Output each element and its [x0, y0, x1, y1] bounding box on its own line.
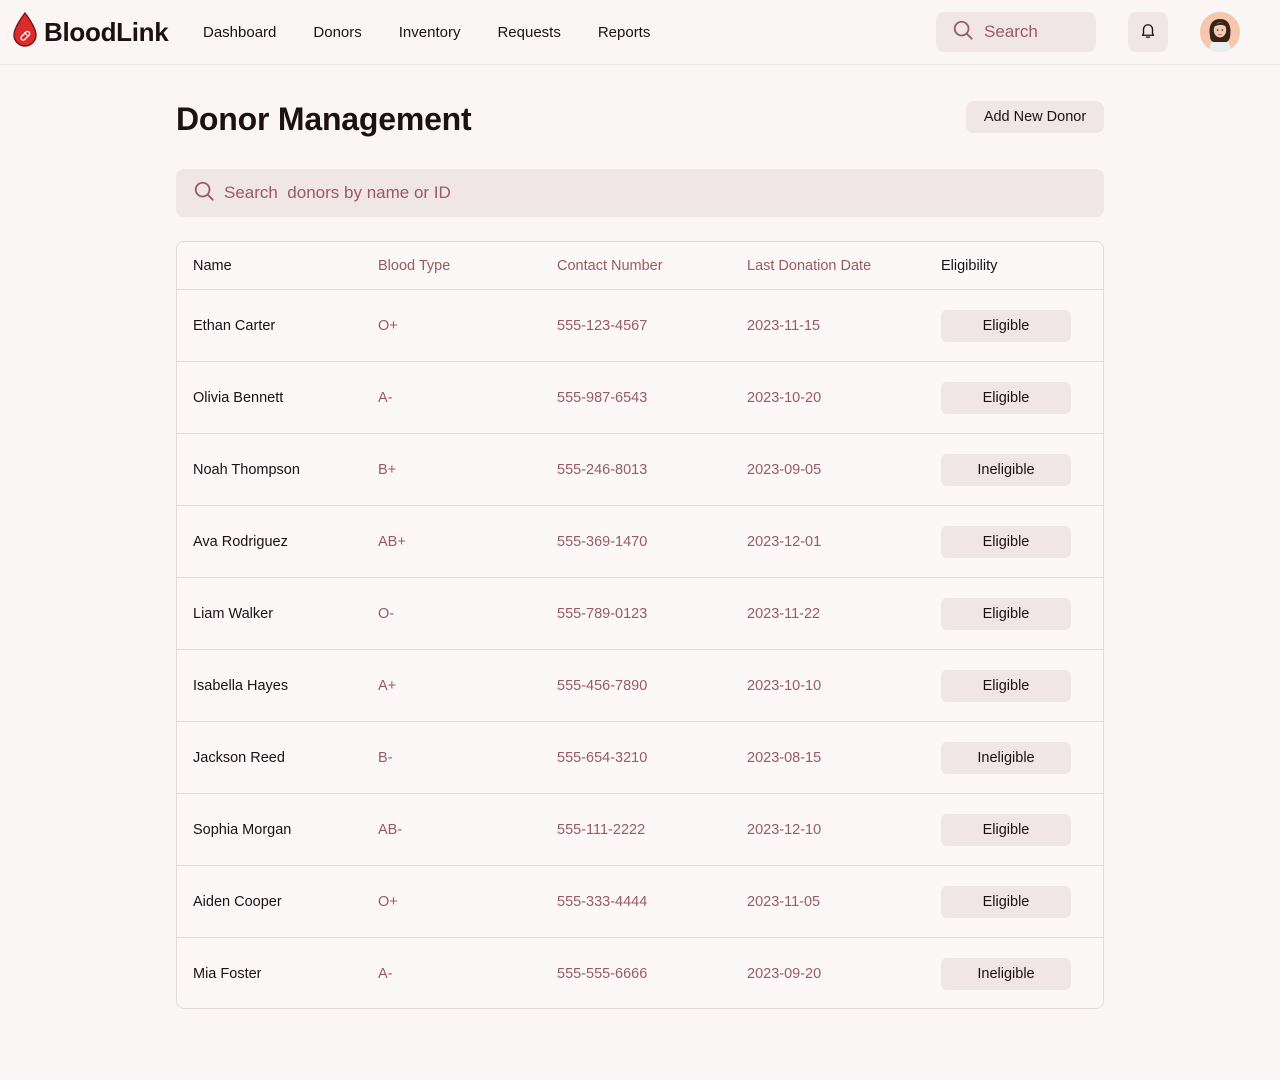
donor-name: Liam Walker	[193, 605, 274, 622]
eligibility-badge[interactable]: Eligible	[941, 309, 1071, 342]
table-header: Name Blood Type Contact Number Last Dona…	[177, 242, 1103, 290]
contact-number: 555-246-8013	[557, 461, 648, 478]
main-nav: Dashboard Donors Inventory Requests Repo…	[203, 0, 687, 65]
last-donation-date: 2023-11-22	[747, 605, 821, 622]
contact-number: 555-789-0123	[557, 605, 648, 622]
last-donation-date: 2023-11-05	[747, 893, 821, 910]
column-header-blood-type[interactable]: Blood Type	[378, 258, 557, 274]
eligibility-badge[interactable]: Eligible	[941, 525, 1071, 558]
donor-name: Aiden Cooper	[193, 893, 282, 910]
last-donation-date: 2023-12-10	[747, 821, 822, 838]
table-row[interactable]: Ava Rodriguez AB+ 555-369-1470 2023-12-0…	[177, 506, 1103, 578]
nav-item-reports[interactable]: Reports	[598, 24, 651, 41]
nav-item-requests[interactable]: Requests	[497, 24, 560, 41]
donor-name: Noah Thompson	[193, 461, 300, 478]
blood-type: A+	[378, 677, 397, 694]
donor-name: Mia Foster	[193, 966, 262, 982]
donor-table: Name Blood Type Contact Number Last Dona…	[176, 241, 1104, 1009]
last-donation-date: 2023-11-15	[747, 317, 821, 334]
table-row[interactable]: Isabella Hayes A+ 555-456-7890 2023-10-1…	[177, 650, 1103, 722]
last-donation-date: 2023-10-20	[747, 389, 822, 406]
donor-search-placeholder: Search donors by name or ID	[224, 183, 451, 202]
header-search-input[interactable]: Search	[936, 12, 1096, 52]
blood-type: B-	[378, 749, 393, 766]
blood-drop-logo-icon	[12, 11, 38, 53]
last-donation-date: 2023-08-15	[747, 749, 822, 766]
donor-name: Ethan Carter	[193, 317, 276, 334]
blood-type: O+	[378, 893, 398, 910]
blood-type: O-	[378, 605, 395, 622]
eligibility-badge[interactable]: Eligible	[941, 669, 1071, 702]
donor-name: Jackson Reed	[193, 749, 285, 766]
table-row[interactable]: Olivia Bennett A- 555-987-6543 2023-10-2…	[177, 362, 1103, 434]
last-donation-date: 2023-09-20	[747, 966, 822, 982]
contact-number: 555-654-3210	[557, 749, 648, 766]
contact-number: 555-111-2222	[557, 821, 646, 838]
blood-type: AB+	[378, 533, 406, 550]
eligibility-badge[interactable]: Ineligible	[941, 741, 1071, 774]
nav-item-dashboard[interactable]: Dashboard	[203, 24, 276, 41]
blood-type: O+	[378, 317, 398, 334]
search-icon	[193, 180, 215, 207]
last-donation-date: 2023-12-01	[747, 533, 822, 550]
eligibility-badge[interactable]: Ineligible	[941, 958, 1071, 990]
blood-type: B+	[378, 461, 397, 478]
last-donation-date: 2023-09-05	[747, 461, 822, 478]
nav-item-inventory[interactable]: Inventory	[399, 24, 461, 41]
table-row[interactable]: Aiden Cooper O+ 555-333-4444 2023-11-05 …	[177, 866, 1103, 938]
add-new-donor-button[interactable]: Add New Donor	[966, 101, 1104, 133]
top-navigation-bar: BloodLink Dashboard Donors Inventory Req…	[0, 0, 1280, 65]
column-header-contact-number[interactable]: Contact Number	[557, 258, 747, 274]
brand-name: BloodLink	[44, 16, 169, 47]
contact-number: 555-456-7890	[557, 677, 648, 694]
eligibility-badge[interactable]: Eligible	[941, 597, 1071, 630]
donor-name: Isabella Hayes	[193, 677, 289, 694]
table-row[interactable]: Noah Thompson B+ 555-246-8013 2023-09-05…	[177, 434, 1103, 506]
eligibility-badge[interactable]: Eligible	[941, 813, 1071, 846]
table-row[interactable]: Mia Foster A- 555-555-6666 2023-09-20 In…	[177, 938, 1103, 1008]
table-row[interactable]: Liam Walker O- 555-789-0123 2023-11-22 E…	[177, 578, 1103, 650]
search-icon	[952, 19, 974, 46]
column-header-last-donation-date[interactable]: Last Donation Date	[747, 258, 941, 274]
table-row[interactable]: Ethan Carter O+ 555-123-4567 2023-11-15 …	[177, 290, 1103, 362]
eligibility-badge[interactable]: Eligible	[941, 381, 1071, 414]
page-title: Donor Management	[176, 101, 472, 137]
contact-number: 555-333-4444	[557, 893, 648, 910]
contact-number: 555-369-1470	[557, 533, 648, 550]
header-search-placeholder: Search	[984, 22, 1038, 41]
table-row[interactable]: Sophia Morgan AB- 555-111-2222 2023-12-1…	[177, 794, 1103, 866]
eligibility-badge[interactable]: Eligible	[941, 885, 1071, 918]
column-header-name[interactable]: Name	[177, 258, 378, 274]
donor-name: Ava Rodriguez	[193, 533, 288, 550]
column-header-eligibility[interactable]: Eligibility	[941, 258, 1071, 274]
contact-number: 555-123-4567	[557, 317, 648, 334]
last-donation-date: 2023-10-10	[747, 677, 822, 694]
notifications-button[interactable]	[1128, 12, 1168, 52]
nav-item-donors[interactable]: Donors	[313, 24, 361, 41]
bell-icon	[1139, 21, 1157, 44]
blood-type: A-	[378, 389, 393, 406]
brand[interactable]: BloodLink	[12, 11, 169, 53]
blood-type: AB-	[378, 821, 403, 838]
blood-type: A-	[378, 966, 393, 982]
eligibility-badge[interactable]: Ineligible	[941, 453, 1071, 486]
user-avatar[interactable]	[1200, 12, 1240, 52]
contact-number: 555-555-6666	[557, 966, 648, 982]
donor-name: Olivia Bennett	[193, 389, 284, 406]
donor-name: Sophia Morgan	[193, 821, 292, 838]
donor-search-input[interactable]: Search donors by name or ID	[176, 169, 1104, 217]
table-row[interactable]: Jackson Reed B- 555-654-3210 2023-08-15 …	[177, 722, 1103, 794]
contact-number: 555-987-6543	[557, 389, 648, 406]
